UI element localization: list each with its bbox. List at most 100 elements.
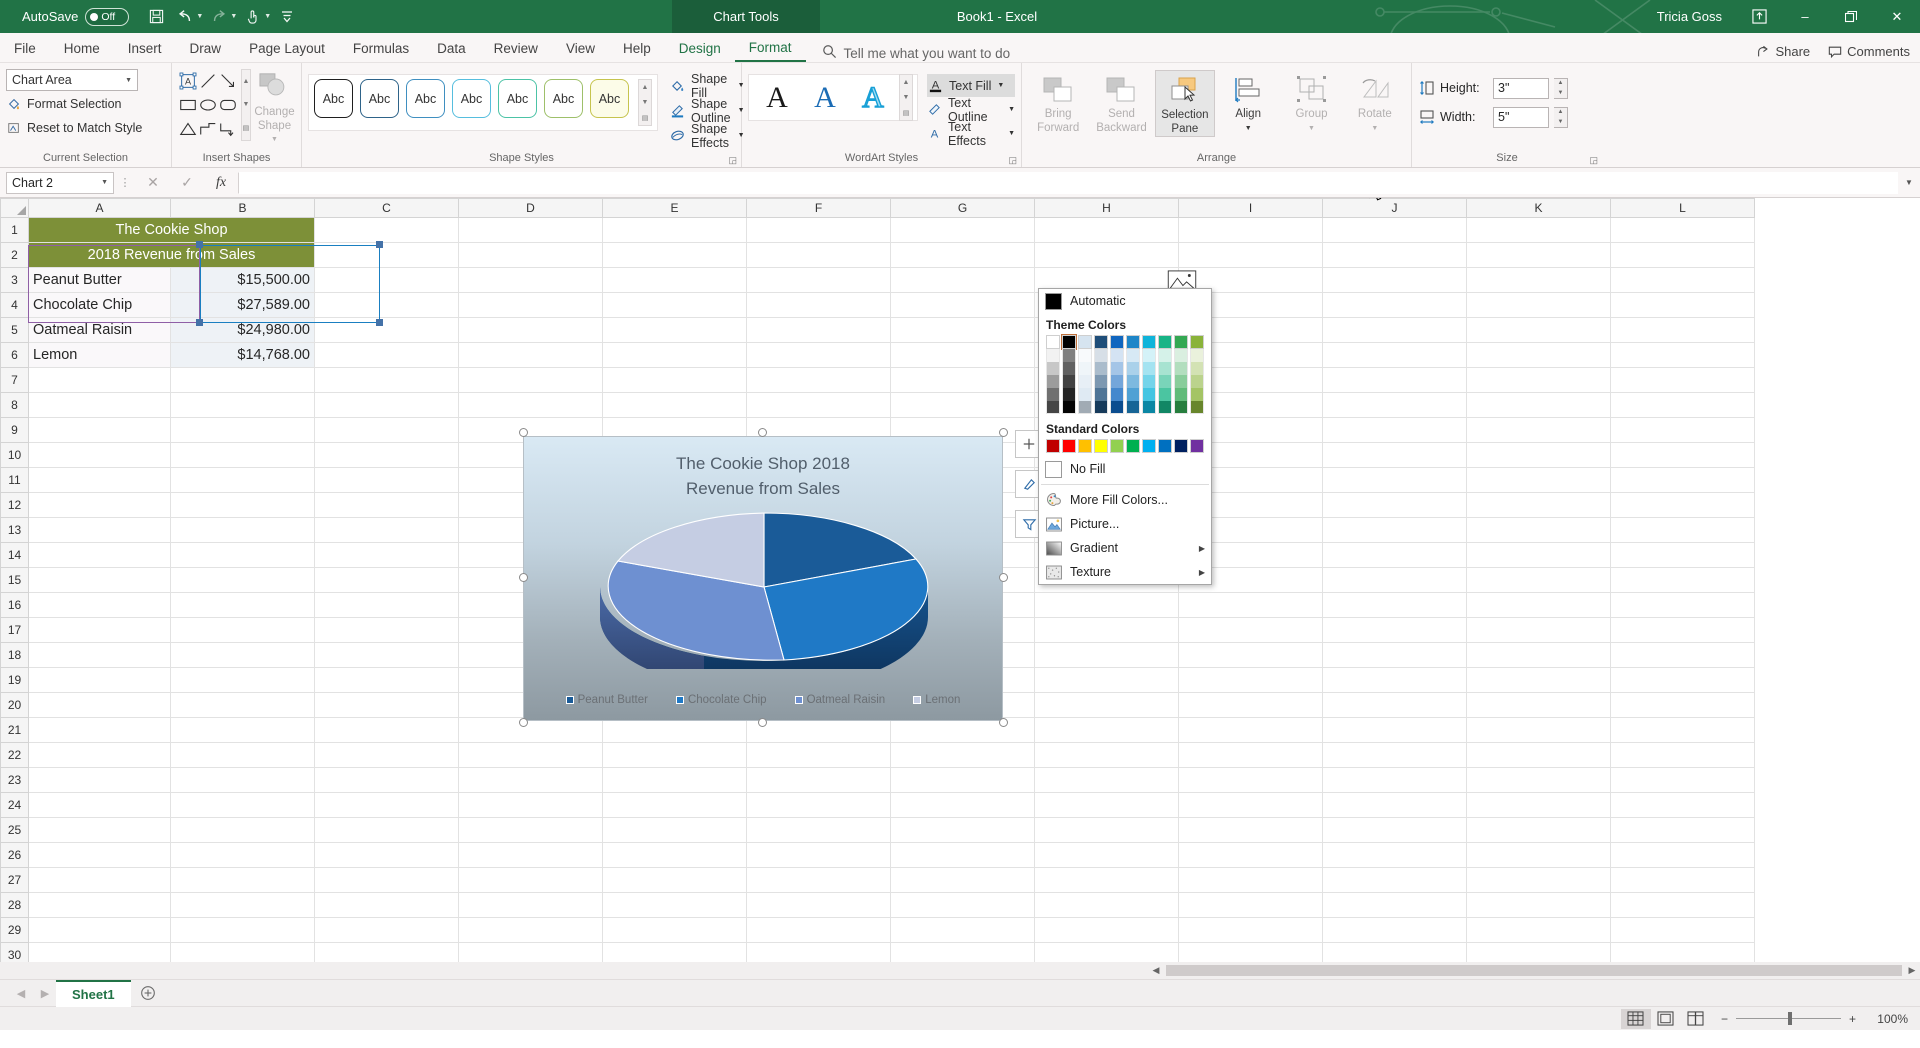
- cell[interactable]: [1466, 592, 1611, 618]
- bring-forward-button[interactable]: Bring Forward: [1028, 70, 1088, 135]
- cell[interactable]: [170, 792, 315, 818]
- cell[interactable]: [1322, 492, 1467, 518]
- change-shape-caret[interactable]: ▼: [271, 133, 278, 147]
- cell-b3[interactable]: $15,500.00: [170, 267, 315, 293]
- theme-color-variant-10-4[interactable]: [1190, 388, 1204, 401]
- theme-color-variant-8-4[interactable]: [1158, 388, 1172, 401]
- cell[interactable]: [1610, 467, 1755, 493]
- cell[interactable]: [170, 392, 315, 418]
- theme-color-column-2[interactable]: [1061, 334, 1077, 414]
- cell[interactable]: [314, 792, 459, 818]
- shape-fill-button[interactable]: Shape Fill ▼: [670, 72, 745, 100]
- menu-item-automatic[interactable]: Automatic: [1039, 289, 1211, 313]
- autosave-control[interactable]: AutoSave Off: [22, 7, 130, 26]
- cell[interactable]: [1610, 692, 1755, 718]
- chevron-down-icon[interactable]: ▼: [101, 179, 108, 186]
- row-header-1[interactable]: 1: [0, 217, 29, 243]
- row-header-3[interactable]: 3: [0, 267, 29, 293]
- cell[interactable]: [170, 542, 315, 568]
- cell[interactable]: [1034, 667, 1179, 693]
- table-row[interactable]: 3 Peanut Butter $15,500.00: [0, 267, 1755, 293]
- theme-color-column-5[interactable]: [1110, 335, 1124, 414]
- cell[interactable]: [746, 742, 891, 768]
- page-layout-view-icon[interactable]: [1651, 1009, 1681, 1029]
- tell-me-search[interactable]: Tell me what you want to do: [822, 44, 1010, 62]
- cell[interactable]: [170, 617, 315, 643]
- rounded-rectangle-shape-icon[interactable]: [218, 93, 238, 117]
- cell[interactable]: [28, 367, 171, 393]
- theme-color-swatch-8[interactable]: [1158, 335, 1172, 349]
- column-header-f[interactable]: F: [746, 198, 891, 218]
- menu-item-texture[interactable]: Texture ▶: [1039, 560, 1211, 584]
- cell[interactable]: [1610, 517, 1755, 543]
- cell[interactable]: [1466, 817, 1611, 843]
- cell[interactable]: [746, 342, 891, 368]
- shape-style-6[interactable]: Abc: [544, 79, 583, 118]
- cell[interactable]: [1466, 842, 1611, 868]
- group-caret[interactable]: ▼: [1308, 122, 1315, 136]
- legend-item-lemon[interactable]: Lemon: [913, 694, 960, 706]
- cell[interactable]: [170, 517, 315, 543]
- cell[interactable]: [28, 892, 171, 918]
- cell[interactable]: [890, 367, 1035, 393]
- cell[interactable]: [1322, 742, 1467, 768]
- cell[interactable]: [314, 442, 459, 468]
- touch-mode-icon[interactable]: [240, 5, 266, 29]
- change-shape-button[interactable]: Change Shape ▼: [254, 69, 295, 147]
- cell[interactable]: [1610, 417, 1755, 443]
- theme-color-variant-9-1[interactable]: [1174, 349, 1188, 362]
- shape-styles-scroll-down-icon[interactable]: ▼: [639, 95, 651, 110]
- cell[interactable]: [28, 792, 171, 818]
- theme-color-variant-5-3[interactable]: [1110, 375, 1124, 388]
- theme-color-column-1[interactable]: [1046, 335, 1060, 414]
- theme-color-variant-2-4[interactable]: [1062, 388, 1076, 401]
- cell[interactable]: [602, 867, 747, 893]
- tab-data[interactable]: Data: [423, 34, 480, 62]
- cell[interactable]: [28, 692, 171, 718]
- shape-styles-scroll-up-icon[interactable]: ▲: [639, 80, 651, 95]
- cell[interactable]: [1034, 792, 1179, 818]
- cell[interactable]: [1322, 567, 1467, 593]
- cell[interactable]: [28, 917, 171, 943]
- row-header-11[interactable]: 11: [0, 467, 29, 493]
- cell[interactable]: [1178, 642, 1323, 668]
- cell[interactable]: [1610, 792, 1755, 818]
- cell[interactable]: [170, 917, 315, 943]
- theme-color-column-3[interactable]: [1078, 335, 1092, 414]
- theme-color-variant-4-2[interactable]: [1094, 362, 1108, 375]
- cell[interactable]: [602, 242, 747, 268]
- zoom-level-label[interactable]: 100%: [1866, 1012, 1908, 1026]
- theme-color-variant-3-4[interactable]: [1078, 388, 1092, 401]
- cell[interactable]: [314, 717, 459, 743]
- cell[interactable]: [1466, 517, 1611, 543]
- zoom-thumb[interactable]: [1787, 1012, 1792, 1025]
- cell[interactable]: [458, 217, 603, 243]
- chart-handle-se[interactable]: [999, 718, 1008, 727]
- selection-handle-bottom[interactable]: [196, 319, 203, 326]
- tab-help[interactable]: Help: [609, 34, 665, 62]
- theme-color-variant-1-5[interactable]: [1046, 401, 1060, 414]
- cell[interactable]: [890, 392, 1035, 418]
- table-row[interactable]: 28: [0, 892, 1755, 918]
- name-box[interactable]: Chart 2 ▼: [6, 171, 114, 194]
- tab-review[interactable]: Review: [480, 34, 552, 62]
- elbow-connector-icon[interactable]: [198, 117, 218, 141]
- chart-handle-e[interactable]: [999, 573, 1008, 582]
- cell[interactable]: [1610, 317, 1755, 343]
- cell[interactable]: [1178, 767, 1323, 793]
- row-header-24[interactable]: 24: [0, 792, 29, 818]
- row-header-13[interactable]: 13: [0, 517, 29, 543]
- cell[interactable]: [458, 892, 603, 918]
- cell[interactable]: [28, 492, 171, 518]
- theme-color-variant-4-5[interactable]: [1094, 401, 1108, 414]
- cell[interactable]: [28, 642, 171, 668]
- table-row[interactable]: 4 Chocolate Chip $27,589.00: [0, 292, 1755, 318]
- cell[interactable]: [28, 592, 171, 618]
- cell[interactable]: [602, 817, 747, 843]
- insert-function-icon[interactable]: fx: [204, 175, 238, 191]
- column-header-i[interactable]: I: [1178, 198, 1323, 218]
- row-header-26[interactable]: 26: [0, 842, 29, 868]
- theme-color-column-7[interactable]: [1142, 335, 1156, 414]
- theme-color-variant-2-3[interactable]: [1062, 375, 1076, 388]
- cell[interactable]: [1178, 617, 1323, 643]
